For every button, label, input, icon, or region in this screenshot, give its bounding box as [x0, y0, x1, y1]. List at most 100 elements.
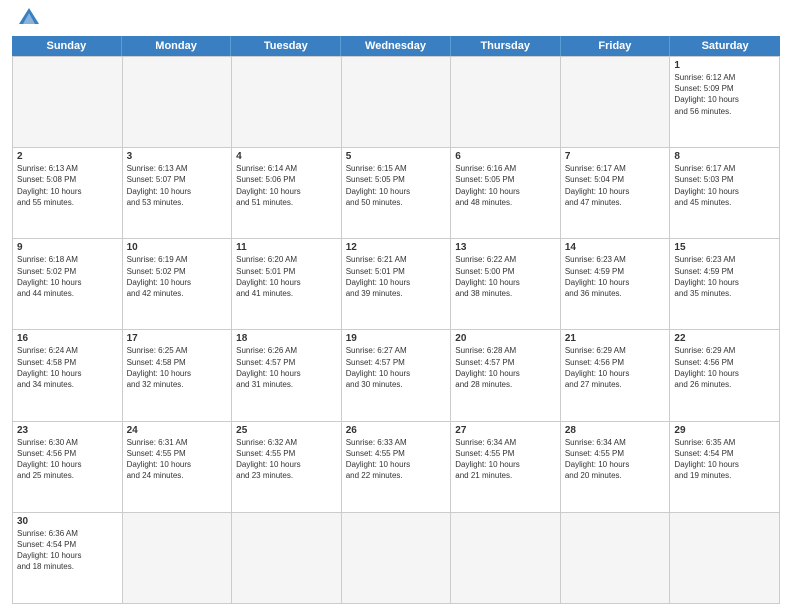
- day-number: 29: [674, 425, 775, 436]
- weekday-header-wednesday: Wednesday: [341, 36, 451, 56]
- calendar-cell: [451, 513, 561, 604]
- calendar-cell: 19Sunrise: 6:27 AMSunset: 4:57 PMDayligh…: [342, 330, 452, 421]
- day-number: 23: [17, 425, 118, 436]
- calendar-cell: 15Sunrise: 6:23 AMSunset: 4:59 PMDayligh…: [670, 239, 780, 330]
- weekday-header-saturday: Saturday: [670, 36, 780, 56]
- logo-icon: [18, 6, 40, 28]
- calendar-cell: 4Sunrise: 6:14 AMSunset: 5:06 PMDaylight…: [232, 148, 342, 239]
- day-info: Sunrise: 6:24 AMSunset: 4:58 PMDaylight:…: [17, 345, 118, 390]
- day-info: Sunrise: 6:13 AMSunset: 5:08 PMDaylight:…: [17, 163, 118, 208]
- day-number: 16: [17, 333, 118, 344]
- day-info: Sunrise: 6:21 AMSunset: 5:01 PMDaylight:…: [346, 254, 447, 299]
- calendar-cell: [123, 513, 233, 604]
- logo-area: [12, 10, 40, 28]
- day-number: 26: [346, 425, 447, 436]
- day-info: Sunrise: 6:34 AMSunset: 4:55 PMDaylight:…: [565, 437, 666, 482]
- logo: [12, 10, 40, 28]
- calendar-cell: 1Sunrise: 6:12 AMSunset: 5:09 PMDaylight…: [670, 57, 780, 148]
- day-info: Sunrise: 6:13 AMSunset: 5:07 PMDaylight:…: [127, 163, 228, 208]
- calendar-cell: 7Sunrise: 6:17 AMSunset: 5:04 PMDaylight…: [561, 148, 671, 239]
- day-info: Sunrise: 6:17 AMSunset: 5:04 PMDaylight:…: [565, 163, 666, 208]
- calendar-cell: 20Sunrise: 6:28 AMSunset: 4:57 PMDayligh…: [451, 330, 561, 421]
- day-info: Sunrise: 6:30 AMSunset: 4:56 PMDaylight:…: [17, 437, 118, 482]
- day-info: Sunrise: 6:32 AMSunset: 4:55 PMDaylight:…: [236, 437, 337, 482]
- day-info: Sunrise: 6:35 AMSunset: 4:54 PMDaylight:…: [674, 437, 775, 482]
- day-number: 15: [674, 242, 775, 253]
- weekday-header-monday: Monday: [122, 36, 232, 56]
- calendar-cell: [670, 513, 780, 604]
- day-info: Sunrise: 6:23 AMSunset: 4:59 PMDaylight:…: [565, 254, 666, 299]
- day-number: 10: [127, 242, 228, 253]
- header: [12, 10, 780, 28]
- calendar-cell: [561, 57, 671, 148]
- day-info: Sunrise: 6:34 AMSunset: 4:55 PMDaylight:…: [455, 437, 556, 482]
- calendar-body: 1Sunrise: 6:12 AMSunset: 5:09 PMDaylight…: [12, 56, 780, 604]
- day-info: Sunrise: 6:17 AMSunset: 5:03 PMDaylight:…: [674, 163, 775, 208]
- weekday-header-friday: Friday: [561, 36, 671, 56]
- calendar-cell: 13Sunrise: 6:22 AMSunset: 5:00 PMDayligh…: [451, 239, 561, 330]
- day-number: 18: [236, 333, 337, 344]
- day-info: Sunrise: 6:29 AMSunset: 4:56 PMDaylight:…: [674, 345, 775, 390]
- calendar-cell: [13, 57, 123, 148]
- day-number: 8: [674, 151, 775, 162]
- day-info: Sunrise: 6:29 AMSunset: 4:56 PMDaylight:…: [565, 345, 666, 390]
- calendar-cell: 12Sunrise: 6:21 AMSunset: 5:01 PMDayligh…: [342, 239, 452, 330]
- calendar-cell: 29Sunrise: 6:35 AMSunset: 4:54 PMDayligh…: [670, 422, 780, 513]
- calendar-cell: [123, 57, 233, 148]
- day-info: Sunrise: 6:15 AMSunset: 5:05 PMDaylight:…: [346, 163, 447, 208]
- calendar-cell: 8Sunrise: 6:17 AMSunset: 5:03 PMDaylight…: [670, 148, 780, 239]
- day-number: 19: [346, 333, 447, 344]
- calendar-cell: 5Sunrise: 6:15 AMSunset: 5:05 PMDaylight…: [342, 148, 452, 239]
- calendar-cell: 2Sunrise: 6:13 AMSunset: 5:08 PMDaylight…: [13, 148, 123, 239]
- calendar-cell: [232, 513, 342, 604]
- calendar-cell: 18Sunrise: 6:26 AMSunset: 4:57 PMDayligh…: [232, 330, 342, 421]
- calendar-cell: 22Sunrise: 6:29 AMSunset: 4:56 PMDayligh…: [670, 330, 780, 421]
- calendar-cell: [342, 513, 452, 604]
- day-number: 9: [17, 242, 118, 253]
- day-number: 12: [346, 242, 447, 253]
- day-number: 27: [455, 425, 556, 436]
- calendar-cell: 21Sunrise: 6:29 AMSunset: 4:56 PMDayligh…: [561, 330, 671, 421]
- calendar-cell: 3Sunrise: 6:13 AMSunset: 5:07 PMDaylight…: [123, 148, 233, 239]
- day-number: 21: [565, 333, 666, 344]
- day-number: 25: [236, 425, 337, 436]
- weekday-header-tuesday: Tuesday: [231, 36, 341, 56]
- calendar-cell: 6Sunrise: 6:16 AMSunset: 5:05 PMDaylight…: [451, 148, 561, 239]
- calendar-cell: [342, 57, 452, 148]
- day-info: Sunrise: 6:14 AMSunset: 5:06 PMDaylight:…: [236, 163, 337, 208]
- day-number: 6: [455, 151, 556, 162]
- calendar-cell: 10Sunrise: 6:19 AMSunset: 5:02 PMDayligh…: [123, 239, 233, 330]
- day-number: 22: [674, 333, 775, 344]
- calendar-header: SundayMondayTuesdayWednesdayThursdayFrid…: [12, 36, 780, 56]
- day-info: Sunrise: 6:33 AMSunset: 4:55 PMDaylight:…: [346, 437, 447, 482]
- day-number: 4: [236, 151, 337, 162]
- day-number: 2: [17, 151, 118, 162]
- day-info: Sunrise: 6:27 AMSunset: 4:57 PMDaylight:…: [346, 345, 447, 390]
- calendar-cell: 16Sunrise: 6:24 AMSunset: 4:58 PMDayligh…: [13, 330, 123, 421]
- calendar-cell: 27Sunrise: 6:34 AMSunset: 4:55 PMDayligh…: [451, 422, 561, 513]
- calendar: SundayMondayTuesdayWednesdayThursdayFrid…: [12, 36, 780, 604]
- calendar-cell: 9Sunrise: 6:18 AMSunset: 5:02 PMDaylight…: [13, 239, 123, 330]
- day-info: Sunrise: 6:26 AMSunset: 4:57 PMDaylight:…: [236, 345, 337, 390]
- calendar-cell: 28Sunrise: 6:34 AMSunset: 4:55 PMDayligh…: [561, 422, 671, 513]
- day-info: Sunrise: 6:31 AMSunset: 4:55 PMDaylight:…: [127, 437, 228, 482]
- day-number: 14: [565, 242, 666, 253]
- calendar-cell: 30Sunrise: 6:36 AMSunset: 4:54 PMDayligh…: [13, 513, 123, 604]
- day-number: 24: [127, 425, 228, 436]
- page: SundayMondayTuesdayWednesdayThursdayFrid…: [0, 0, 792, 612]
- calendar-cell: 14Sunrise: 6:23 AMSunset: 4:59 PMDayligh…: [561, 239, 671, 330]
- day-number: 17: [127, 333, 228, 344]
- day-number: 11: [236, 242, 337, 253]
- day-info: Sunrise: 6:18 AMSunset: 5:02 PMDaylight:…: [17, 254, 118, 299]
- calendar-cell: [561, 513, 671, 604]
- calendar-cell: 23Sunrise: 6:30 AMSunset: 4:56 PMDayligh…: [13, 422, 123, 513]
- day-info: Sunrise: 6:28 AMSunset: 4:57 PMDaylight:…: [455, 345, 556, 390]
- day-info: Sunrise: 6:36 AMSunset: 4:54 PMDaylight:…: [17, 528, 118, 573]
- calendar-cell: 26Sunrise: 6:33 AMSunset: 4:55 PMDayligh…: [342, 422, 452, 513]
- day-number: 5: [346, 151, 447, 162]
- day-number: 1: [674, 60, 775, 71]
- day-number: 13: [455, 242, 556, 253]
- weekday-header-sunday: Sunday: [12, 36, 122, 56]
- weekday-header-thursday: Thursday: [451, 36, 561, 56]
- calendar-cell: 11Sunrise: 6:20 AMSunset: 5:01 PMDayligh…: [232, 239, 342, 330]
